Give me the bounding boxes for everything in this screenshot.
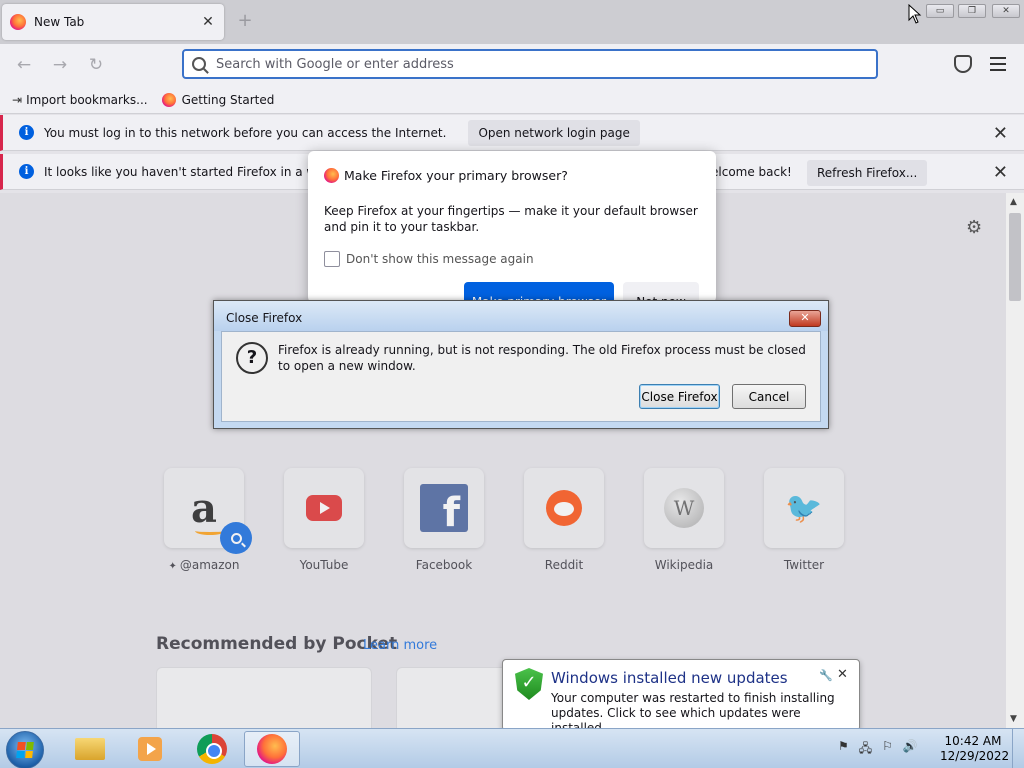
dialog-message: Firefox is already running, but is not r… xyxy=(278,343,806,373)
tab-new-tab[interactable]: New Tab ✕ xyxy=(2,4,224,40)
firefox-icon xyxy=(324,168,339,183)
checkbox-label: Don't show this message again xyxy=(346,252,534,266)
close-firefox-dialog: Close Firefox ✕ ? Firefox is already run… xyxy=(213,300,829,429)
dialog-titlebar[interactable]: Close Firefox ✕ xyxy=(214,301,828,331)
address-bar[interactable] xyxy=(182,49,878,79)
taskbar-clock[interactable]: 10:42 AM 12/29/2022 xyxy=(940,734,1010,764)
start-button[interactable] xyxy=(6,731,44,768)
bookmark-import[interactable]: ⇥ Import bookmarks... xyxy=(12,93,148,107)
captive-portal-infobar: i You must log in to this network before… xyxy=(0,115,1024,151)
infobar-message: You must log in to this network before y… xyxy=(44,125,447,140)
window-close-button[interactable]: ✕ xyxy=(992,4,1020,18)
forward-button[interactable]: → xyxy=(48,54,72,76)
hamburger-menu-icon[interactable] xyxy=(990,57,1006,75)
show-desktop-button[interactable] xyxy=(1012,729,1024,768)
refresh-firefox-button[interactable]: Refresh Firefox... xyxy=(807,160,928,186)
search-icon xyxy=(192,57,206,71)
firefox-icon xyxy=(10,14,26,30)
chrome-icon xyxy=(197,734,227,764)
default-browser-dialog: Make Firefox your primary browser? Keep … xyxy=(308,151,716,303)
infobar-close-icon[interactable]: ✕ xyxy=(993,123,1008,144)
new-tab-button[interactable]: + xyxy=(234,10,256,32)
dialog-title: Close Firefox xyxy=(226,311,303,325)
cancel-button[interactable]: Cancel xyxy=(732,384,806,409)
network-icon[interactable]: 🖧 xyxy=(859,739,872,760)
navigation-toolbar: ← → ↻ xyxy=(0,44,1024,86)
mouse-cursor-icon xyxy=(908,4,922,24)
scroll-up-icon[interactable]: ▲ xyxy=(1010,197,1017,207)
wrench-icon[interactable]: 🔧 xyxy=(819,669,833,682)
notification-title: Windows installed new updates xyxy=(551,669,788,687)
bookmarks-toolbar: ⇥ Import bookmarks... Getting Started xyxy=(0,86,1024,114)
infobar-message-tail: elcome back! xyxy=(711,165,792,179)
window-minimize-button[interactable]: ▭ xyxy=(926,4,954,18)
close-icon[interactable]: ✕ xyxy=(837,667,848,682)
info-icon: i xyxy=(19,164,34,179)
dialog-title: Make Firefox your primary browser? xyxy=(344,168,568,183)
address-input[interactable] xyxy=(216,56,856,72)
windows-update-notification[interactable]: ✓ Windows installed new updates Your com… xyxy=(502,659,860,744)
window-restore-button[interactable]: ❐ xyxy=(958,4,986,18)
clock-time: 10:42 AM xyxy=(944,734,1002,748)
shield-check-icon: ✓ xyxy=(515,668,543,700)
action-center-icon[interactable]: ⚑ xyxy=(838,739,849,760)
firefox-icon xyxy=(161,92,176,107)
infobar-close-icon[interactable]: ✕ xyxy=(993,162,1008,183)
open-login-page-button[interactable]: Open network login page xyxy=(468,119,640,146)
question-icon: ? xyxy=(236,342,268,374)
volume-icon[interactable]: 🔊 xyxy=(903,739,918,760)
windows-logo-icon xyxy=(16,742,34,758)
bookmark-label: Getting Started xyxy=(181,92,275,107)
media-player-icon xyxy=(138,737,162,761)
tab-close-icon[interactable]: ✕ xyxy=(200,14,216,30)
tab-title: New Tab xyxy=(34,15,85,29)
clock-date: 12/29/2022 xyxy=(940,749,1010,763)
bookmark-getting-started[interactable]: Getting Started xyxy=(161,92,275,107)
import-icon: ⇥ xyxy=(12,92,23,107)
scroll-thumb[interactable] xyxy=(1009,213,1021,301)
close-icon[interactable]: ✕ xyxy=(789,310,821,327)
folder-icon xyxy=(75,738,105,760)
info-icon: i xyxy=(19,125,34,140)
reload-button[interactable]: ↻ xyxy=(84,54,108,76)
close-firefox-button[interactable]: Close Firefox xyxy=(639,384,720,409)
taskbar-chrome[interactable] xyxy=(184,731,240,767)
bookmark-label: Import bookmarks... xyxy=(26,92,148,107)
page-scrollbar[interactable]: ▲ ▼ xyxy=(1006,193,1024,728)
dialog-client-area: ? Firefox is already running, but is not… xyxy=(221,331,821,422)
taskbar: ⚑ 🖧 ⚐ 🔊 10:42 AM 12/29/2022 xyxy=(0,728,1024,768)
dialog-body: Keep Firefox at your fingertips — make i… xyxy=(324,204,698,234)
taskbar-media-player[interactable] xyxy=(122,731,178,767)
system-tray: ⚑ 🖧 ⚐ 🔊 xyxy=(838,739,918,760)
taskbar-explorer[interactable] xyxy=(62,731,118,767)
back-button[interactable]: ← xyxy=(12,54,36,76)
tab-bar: New Tab ✕ + ▭ ❐ ✕ xyxy=(0,0,1024,44)
firefox-icon xyxy=(257,734,287,764)
scroll-down-icon[interactable]: ▼ xyxy=(1010,714,1017,724)
checkbox[interactable] xyxy=(324,251,340,267)
flag-icon[interactable]: ⚐ xyxy=(882,739,893,760)
pocket-icon[interactable] xyxy=(954,55,972,73)
dont-show-checkbox[interactable]: Don't show this message again xyxy=(324,251,534,267)
taskbar-firefox[interactable] xyxy=(244,731,300,767)
